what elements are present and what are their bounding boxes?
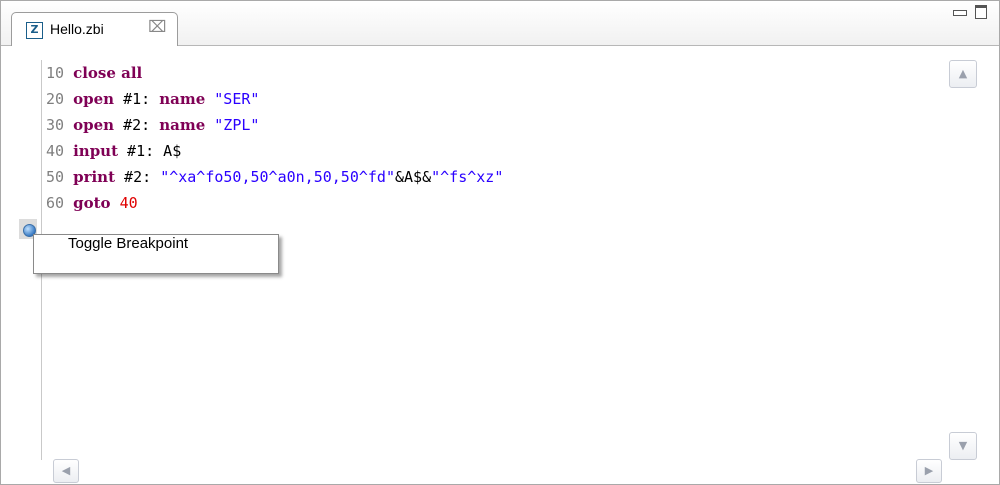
maximize-button[interactable] <box>973 3 989 19</box>
code-line[interactable]: 20 open #1: name "SER" <box>46 86 946 112</box>
keyword-token: print <box>73 168 116 186</box>
scroll-down-button[interactable]: ▼ <box>949 432 977 460</box>
editor-tab-strip: Z Hello.zbi ⌧ <box>1 1 999 46</box>
keyword-token: name <box>159 116 206 134</box>
code-token: #1: <box>114 90 160 108</box>
code-line[interactable]: 30 open #2: name "ZPL" <box>46 112 946 138</box>
scroll-left-button[interactable]: ◀ <box>53 459 79 483</box>
menu-item-toggle-breakpoint[interactable]: Toggle Breakpoint <box>34 235 278 273</box>
vertical-scrollbar[interactable]: ▲ ▼ <box>947 60 977 460</box>
keyword-token: name <box>159 90 206 108</box>
code-token: #2: <box>114 116 160 134</box>
code-line[interactable]: 40 input #1: A$ <box>46 138 946 164</box>
line-number: 10 <box>46 64 65 82</box>
zbi-file-icon: Z <box>26 22 43 39</box>
string-token: "SER" <box>214 90 260 108</box>
line-number: 60 <box>46 194 65 212</box>
horizontal-scrollbar[interactable]: ◀ ▶ <box>49 458 946 484</box>
code-token: #1: A$ <box>118 142 182 160</box>
number-token: 40 <box>119 194 138 212</box>
code-token: &A$& <box>395 168 432 186</box>
context-menu: Toggle Breakpoint <box>33 234 279 274</box>
keyword-token: open <box>73 116 115 134</box>
keyword-token: open <box>73 90 115 108</box>
minimize-button[interactable] <box>951 3 967 19</box>
line-number: 30 <box>46 116 65 134</box>
string-token: "^fs^xz" <box>431 168 504 186</box>
scroll-up-button[interactable]: ▲ <box>949 60 977 88</box>
keyword-token: input <box>73 142 119 160</box>
scroll-right-button[interactable]: ▶ <box>916 459 942 483</box>
line-number: 20 <box>46 90 65 108</box>
line-number: 50 <box>46 168 65 186</box>
keyword-token: close all <box>73 64 143 82</box>
code-line[interactable]: 10 close all <box>46 60 946 86</box>
string-token: "ZPL" <box>214 116 260 134</box>
code-text-area[interactable]: 10 close all 20 open #1: name "SER" 30 ope… <box>46 60 946 216</box>
scrollbar-corner <box>947 460 977 484</box>
tab-label: Hello.zbi <box>50 21 104 37</box>
string-token: "^xa^fo50,50^a0n,50,50^fd" <box>160 168 395 186</box>
code-token: #2: <box>115 168 161 186</box>
code-line[interactable]: 50 print #2: "^xa^fo50,50^a0n,50,50^fd"&… <box>46 164 946 190</box>
code-line[interactable]: 60 goto 40 <box>46 190 946 216</box>
line-number: 40 <box>46 142 65 160</box>
close-icon[interactable]: ⌧ <box>148 19 166 35</box>
keyword-token: goto <box>73 194 111 212</box>
tab-hello-zbi[interactable]: Z Hello.zbi ⌧ <box>11 12 178 46</box>
